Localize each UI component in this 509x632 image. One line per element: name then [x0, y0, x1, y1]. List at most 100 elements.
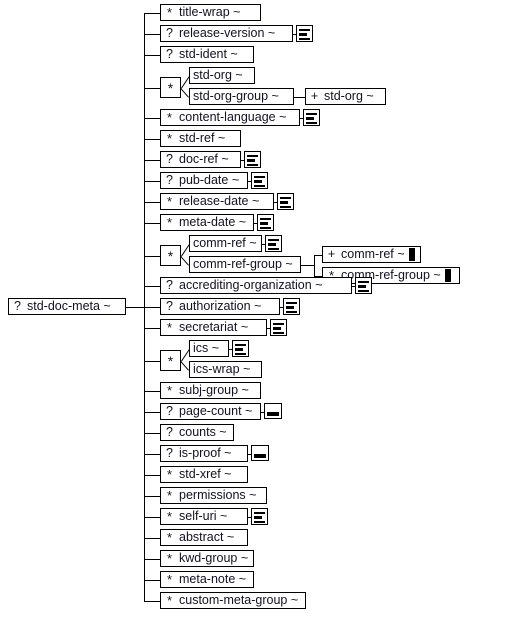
node-content-language[interactable]: * content-language ~	[160, 109, 300, 126]
node-release-version[interactable]: ? release-version ~	[160, 25, 293, 42]
connector-stub	[241, 160, 244, 161]
node-std-org[interactable]: + std-org ~	[305, 88, 386, 105]
node-label: std-xref ~	[179, 467, 232, 481]
mixed-content-lines-icon	[355, 277, 372, 294]
node-secretariat[interactable]: * secretariat ~	[160, 319, 267, 336]
connector-stub	[248, 454, 251, 455]
node-std-ident[interactable]: ? std-ident ~	[160, 46, 254, 63]
occurrence-indicator-optional: ?	[166, 299, 173, 313]
connector-diagonal	[180, 361, 189, 371]
node-label: meta-date ~	[179, 215, 247, 229]
node-std-xref[interactable]: * std-xref ~	[160, 466, 248, 483]
node-ics-wrap[interactable]: ics-wrap ~	[189, 361, 262, 378]
node-label: kwd-group ~	[179, 551, 249, 565]
occurrence-indicator-zero-or-more: *	[166, 488, 173, 503]
node-label: std-org-group ~	[193, 89, 279, 103]
connector-line	[144, 88, 160, 89]
connector-line	[144, 223, 160, 224]
occurrence-indicator-zero-or-more: *	[166, 320, 173, 335]
black-bar-icon	[444, 269, 451, 282]
node-self-uri[interactable]: * self-uri ~	[160, 508, 248, 525]
connector-line	[144, 202, 160, 203]
node-title-wrap[interactable]: * title-wrap ~	[160, 4, 261, 21]
connector-line	[144, 496, 160, 497]
node-std-ref[interactable]: * std-ref ~	[160, 130, 241, 147]
root-node-std-doc-meta[interactable]: ? std-doc-meta ~	[8, 298, 126, 315]
connector-line	[144, 13, 160, 14]
connector-line	[144, 34, 160, 35]
connector-stub	[262, 244, 265, 245]
occurrence-indicator-optional: ?	[166, 47, 173, 61]
mixed-content-lines-icon	[296, 25, 313, 42]
occurrence-indicator-zero-or-more: *	[166, 530, 173, 545]
node-label: counts ~	[179, 425, 227, 439]
node-label: comm-ref-group ~	[193, 257, 293, 271]
connector-line	[144, 454, 160, 455]
node-abstract[interactable]: * abstract ~	[160, 529, 248, 546]
node-comm-ref[interactable]: + comm-ref ~	[322, 246, 421, 263]
node-release-date[interactable]: * release-date ~	[160, 193, 274, 210]
node-label: ics ~	[193, 341, 220, 355]
occurrence-indicator-optional: ?	[166, 446, 173, 460]
node-label: title-wrap ~	[179, 5, 241, 19]
connector-stub	[254, 223, 257, 224]
node-label: is-proof ~	[179, 446, 232, 460]
node-label: meta-note ~	[179, 572, 247, 586]
node-label: ics-wrap ~	[193, 362, 251, 376]
mixed-content-lines-icon	[244, 151, 261, 168]
node-authorization[interactable]: ? authorization ~	[160, 298, 280, 315]
connector-stub	[229, 349, 232, 350]
node-std-org[interactable]: std-org ~	[189, 67, 255, 84]
occurrence-indicator-one-or-more: +	[310, 89, 319, 103]
node-label: release-version ~	[179, 26, 276, 40]
connector-stub	[248, 181, 251, 182]
connector-stub	[293, 34, 296, 35]
operator-asterisk-icon[interactable]: *	[160, 77, 181, 98]
occurrence-indicator-zero-or-more: *	[166, 383, 173, 398]
connector-line	[144, 307, 160, 308]
connector-line	[294, 97, 305, 98]
node-label: page-count ~	[179, 404, 253, 418]
node-label: self-uri ~	[179, 509, 228, 523]
connector-line	[144, 517, 160, 518]
node-label: content-language ~	[179, 110, 287, 124]
occurrence-indicator-zero-or-more: *	[166, 572, 173, 587]
node-label: subj-group ~	[179, 383, 249, 397]
empty-element-box-icon	[251, 445, 269, 461]
node-label: comm-ref ~	[193, 236, 257, 250]
node-custom-meta-group[interactable]: * custom-meta-group ~	[160, 592, 306, 609]
occurrence-indicator-zero-or-more: *	[166, 467, 173, 482]
mixed-content-lines-icon	[251, 172, 268, 189]
connector-line	[144, 118, 160, 119]
node-meta-note[interactable]: * meta-note ~	[160, 571, 254, 588]
connector-stub	[300, 118, 303, 119]
node-subj-group[interactable]: * subj-group ~	[160, 382, 261, 399]
empty-element-box-icon	[264, 403, 282, 419]
node-counts[interactable]: ? counts ~	[160, 424, 234, 441]
node-kwd-group[interactable]: * kwd-group ~	[160, 550, 254, 567]
connector-line	[144, 391, 160, 392]
node-comm-ref[interactable]: comm-ref ~	[189, 235, 262, 252]
occurrence-indicator-optional: ?	[166, 26, 173, 40]
node-std-org-group[interactable]: std-org-group ~	[189, 88, 294, 105]
connector-line	[144, 475, 160, 476]
node-doc-ref[interactable]: ? doc-ref ~	[160, 151, 241, 168]
node-accrediting-organization[interactable]: ? accrediting-organization ~	[160, 277, 352, 294]
node-label: release-date ~	[179, 194, 260, 208]
operator-asterisk-icon[interactable]: *	[160, 350, 181, 371]
occurrence-indicator-zero-or-more: *	[166, 110, 173, 125]
node-permissions[interactable]: * permissions ~	[160, 487, 267, 504]
connector-stub	[261, 412, 264, 413]
connector-line	[144, 559, 160, 560]
node-pub-date[interactable]: ? pub-date ~	[160, 172, 248, 189]
node-is-proof[interactable]: ? is-proof ~	[160, 445, 248, 462]
connector-line	[144, 328, 160, 329]
node-comm-ref-group[interactable]: comm-ref-group ~	[189, 256, 301, 273]
operator-asterisk-icon[interactable]: *	[160, 245, 181, 266]
node-ics[interactable]: ics ~	[189, 340, 229, 357]
node-meta-date[interactable]: * meta-date ~	[160, 214, 254, 231]
mixed-content-lines-icon	[283, 298, 300, 315]
mixed-content-lines-icon	[232, 340, 249, 357]
connector-line	[144, 256, 160, 257]
node-page-count[interactable]: ? page-count ~	[160, 403, 261, 420]
